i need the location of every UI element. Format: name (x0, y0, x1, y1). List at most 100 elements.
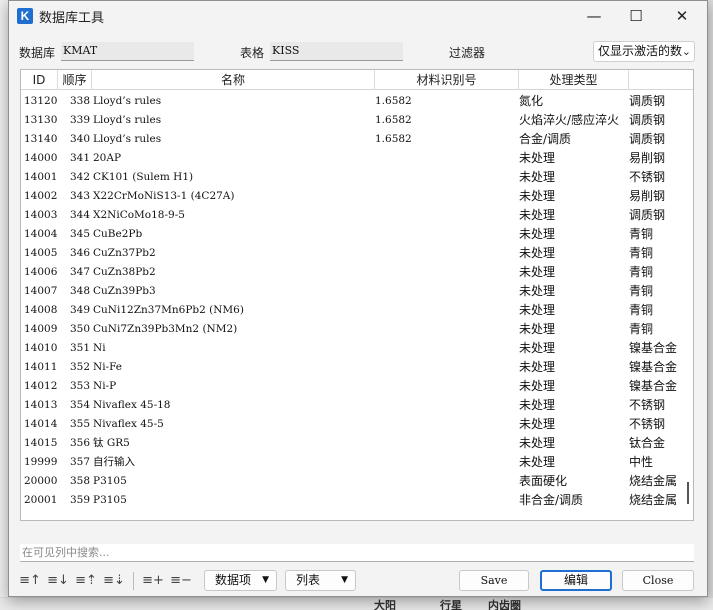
cell-type: 镍基合金 (629, 379, 678, 393)
cell-order: 359 (69, 494, 90, 506)
table-field[interactable]: KISS (270, 42, 403, 61)
table-row[interactable]: 14006 347 CuZn38Pb2 未处理 青铜 (21, 263, 693, 282)
cell-name: Lloyd’s rules (93, 133, 162, 145)
toolbar-separator (133, 572, 134, 590)
table-row[interactable]: 14002 343 X22CrMoNiS13-1 (4C27A) 未处理 易削钢 (21, 187, 693, 206)
cell-name: Lloyd’s rules (93, 114, 162, 126)
cell-treatment: 未处理 (519, 170, 556, 184)
table-row[interactable]: 14001 342 CK101 (Sulem H1) 未处理 不锈钢 (21, 168, 693, 187)
table-row[interactable]: 14013 354 Nivaflex 45-18 未处理 不锈钢 (21, 396, 693, 415)
maximize-button[interactable]: ☐ (613, 1, 659, 31)
close-button[interactable]: Close (622, 570, 694, 591)
table-row[interactable]: 14014 355 Nivaflex 45-5 未处理 不锈钢 (21, 415, 693, 434)
columns-dropdown[interactable]: 列表 ▼ (285, 570, 356, 591)
table-row[interactable]: 14009 350 CuNi7Zn39Pb3Mn2 (NM2) 未处理 青铜 (21, 320, 693, 339)
remove-row-icon[interactable]: ≡− (170, 571, 192, 591)
cell-name: CuZn38Pb2 (93, 266, 156, 278)
title-bar[interactable]: K 数据库工具 — ☐ ✕ (9, 1, 707, 31)
table-row[interactable]: 13130 339 Lloyd’s rules 1.6582 火焰淬火/感应淬火 调质钢 (21, 111, 693, 130)
table-row[interactable]: 14000 341 20AP 未处理 易削钢 (21, 149, 693, 168)
cell-material-id: 1.6582 (375, 133, 412, 145)
cell-name: Ni-P (93, 380, 117, 392)
column-header-type[interactable] (629, 70, 693, 90)
cell-treatment: 未处理 (519, 360, 556, 374)
fields-dropdown-label: 数据项 (215, 573, 252, 587)
cell-treatment: 未处理 (519, 208, 556, 222)
table-row[interactable]: 13120 338 Lloyd’s rules 1.6582 氮化 调质钢 (21, 92, 693, 111)
cell-treatment: 未处理 (519, 151, 556, 165)
bottom-toolbar: ≡↑ ≡↓ ≡⇡ ≡⇣ ≡+ ≡− 数据项 ▼ 列表 ▼ Save 编辑 Clo… (9, 569, 707, 593)
column-header-material-id[interactable]: 材料识别号 (375, 70, 519, 90)
cell-type: 青铜 (629, 265, 654, 279)
table-row[interactable]: 14007 348 CuZn39Pb3 未处理 青铜 (21, 282, 693, 301)
cell-type: 调质钢 (629, 94, 666, 108)
table-row[interactable]: 13140 340 Lloyd’s rules 1.6582 合金/调质 调质钢 (21, 130, 693, 149)
cell-name: CK101 (Sulem H1) (93, 171, 194, 183)
cell-order: 349 (69, 304, 90, 316)
table-row[interactable]: 14003 344 X2NiCoMo18-9-5 未处理 调质钢 (21, 206, 693, 225)
cell-type: 烧结金属 (629, 493, 678, 507)
table-row[interactable]: 14012 353 Ni-P 未处理 镍基合金 (21, 377, 693, 396)
column-header-id[interactable]: ID (21, 70, 58, 90)
cell-name: Nivaflex 45-18 (93, 399, 171, 411)
cell-type: 青铜 (629, 227, 654, 241)
cell-treatment: 未处理 (519, 417, 556, 431)
cell-treatment: 未处理 (519, 265, 556, 279)
table-row[interactable]: 20000 358 P3105 表面硬化 烧结金属 (21, 472, 693, 491)
cell-type: 镍基合金 (629, 341, 678, 355)
table-row[interactable]: 14011 352 Ni-Fe 未处理 镍基合金 (21, 358, 693, 377)
column-header-treatment[interactable]: 处理类型 (519, 70, 629, 90)
cell-type: 中性 (629, 455, 654, 469)
database-tool-dialog: K 数据库工具 — ☐ ✕ 数据库 KMAT 表格 KISS 过滤器 仅显示激活… (8, 0, 708, 597)
cell-name: X2NiCoMo18-9-5 (93, 209, 185, 221)
cell-id: 14010 (24, 342, 58, 354)
cell-name: Ni (93, 342, 106, 354)
cell-type: 青铜 (629, 303, 654, 317)
fields-dropdown[interactable]: 数据项 ▼ (204, 570, 277, 591)
table-row[interactable]: 14015 356 钛 GR5 未处理 钛合金 (21, 434, 693, 453)
table-row[interactable]: 14008 349 CuNi12Zn37Mn6Pb2 (NM6) 未处理 青铜 (21, 301, 693, 320)
table-row[interactable]: 14004 345 CuBe2Pb 未处理 青铜 (21, 225, 693, 244)
move-up-icon[interactable]: ≡↑ (19, 571, 41, 591)
add-row-icon[interactable]: ≡+ (142, 571, 164, 591)
table-row[interactable]: 19999 357 自行输入 未处理 中性 (21, 453, 693, 472)
background-label: 大阳 (374, 600, 396, 610)
cell-id: 14006 (24, 266, 58, 278)
filter-select[interactable]: 仅显示激活的数 ⌄ (593, 41, 695, 62)
background-label: 内齿圈 (488, 600, 521, 610)
cell-order: 358 (69, 475, 90, 487)
cell-name: CuNi12Zn37Mn6Pb2 (NM6) (93, 304, 244, 316)
cell-id: 14007 (24, 285, 58, 297)
cell-id: 14015 (24, 437, 58, 449)
table-row[interactable]: 14005 346 CuZn37Pb2 未处理 青铜 (21, 244, 693, 263)
cell-name: 钛 GR5 (93, 437, 130, 449)
cell-id: 19999 (24, 456, 58, 468)
column-header-order[interactable]: 顺序 (58, 70, 92, 90)
cell-type: 易削钢 (629, 151, 666, 165)
cell-type: 青铜 (629, 284, 654, 298)
cell-name: Lloyd’s rules (93, 95, 162, 107)
move-top-icon[interactable]: ≡⇡ (75, 571, 97, 591)
edit-button[interactable]: 编辑 (540, 570, 612, 591)
cell-order: 350 (69, 323, 90, 335)
cell-id: 20001 (24, 494, 58, 506)
search-input[interactable]: 在可见列中搜索... (20, 544, 694, 562)
filter-select-value: 仅显示激活的数 (598, 44, 683, 58)
cell-order: 342 (69, 171, 90, 183)
cell-id: 13120 (24, 95, 58, 107)
move-down-icon[interactable]: ≡↓ (47, 571, 69, 591)
vertical-scrollbar[interactable] (687, 482, 689, 504)
minimize-button[interactable]: — (571, 1, 617, 31)
save-button[interactable]: Save (459, 570, 529, 591)
background-label: 行星 (440, 600, 462, 610)
column-header-name[interactable]: 名称 (92, 70, 375, 90)
materials-table[interactable]: ID 顺序 名称 材料识别号 处理类型 13120 338 Lloyd’s rule… (20, 69, 694, 521)
close-window-button[interactable]: ✕ (659, 1, 705, 31)
cell-id: 20000 (24, 475, 58, 487)
table-row[interactable]: 20001 359 P3105 非合金/调质 烧结金属 (21, 491, 693, 510)
move-bottom-icon[interactable]: ≡⇣ (103, 571, 125, 591)
table-header: ID 顺序 名称 材料识别号 处理类型 (21, 70, 693, 90)
cell-type: 钛合金 (629, 436, 666, 450)
database-field[interactable]: KMAT (61, 42, 194, 61)
table-row[interactable]: 14010 351 Ni 未处理 镍基合金 (21, 339, 693, 358)
